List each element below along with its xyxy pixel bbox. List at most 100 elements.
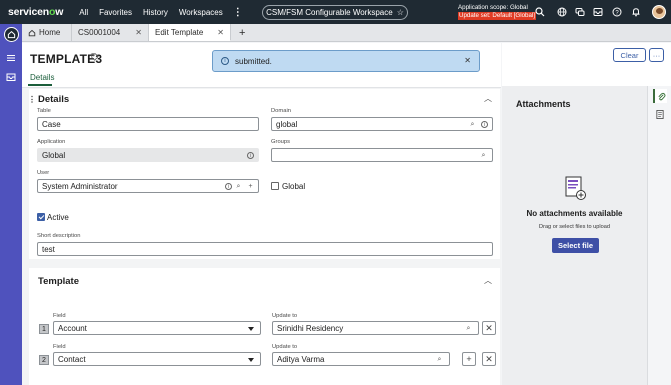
nav-favorites[interactable]: Favorites [99,8,132,17]
inbox-icon [6,73,16,81]
nav-workspaces[interactable]: Workspaces [179,8,223,17]
info-icon[interactable]: i [481,121,488,128]
servicenow-logo[interactable]: servicenow [8,6,63,18]
remove-row-button[interactable]: ✕ [482,321,496,335]
row-number: 1 [39,324,49,334]
update-set-line: Update set: Default [Global] [458,12,537,20]
home-rail-button[interactable] [3,27,19,42]
chat-icon[interactable] [575,7,585,17]
toast-message: submitted. [235,56,272,66]
details-section: Details ︿ Table Case Domain global ⌕ i A… [29,89,500,259]
chevron-down-icon [248,358,254,362]
info-icon[interactable]: i [225,183,232,190]
info-icon[interactable]: i [247,152,254,159]
field-select[interactable]: Contact [53,352,261,366]
global-checkbox[interactable] [271,182,279,190]
help-icon[interactable]: ? [612,7,622,17]
domain-label: Domain [271,108,291,114]
update-to-field[interactable]: Srinidhi Residency ⌕ [272,321,479,335]
nav-all[interactable]: All [79,8,88,17]
short-description-label: Short description [37,233,81,239]
document-icon [565,176,586,200]
collapse-icon[interactable]: ︿ [484,275,492,286]
search-icon[interactable]: ⌕ [234,182,243,191]
notifications-icon[interactable] [631,7,641,17]
home-icon [7,30,15,39]
add-icon[interactable]: + [246,182,255,191]
groups-field[interactable]: ⌕ [271,148,493,162]
workspace-name: CSM/FSM Configurable Workspace [266,8,393,17]
application-field: Global i [37,148,259,162]
search-icon[interactable] [535,7,545,17]
nav-history[interactable]: History [143,8,168,17]
user-avatar[interactable] [652,5,666,19]
user-label: User [37,170,50,176]
attachments-sidebar-button[interactable] [653,89,667,103]
table-field[interactable]: Case [37,117,259,131]
tab-label: CS0001004 [78,28,121,37]
search-icon[interactable]: ⌕ [479,151,488,160]
document-icon [656,109,664,119]
application-scope[interactable]: Application scope: Global Update set: De… [458,4,537,20]
more-actions-button[interactable]: ··· [649,48,664,62]
collapse-icon[interactable]: ︿ [484,93,492,104]
active-checkbox[interactable] [37,213,45,221]
star-icon[interactable]: ☆ [397,8,404,17]
inbox-rail-button[interactable] [4,70,18,84]
clear-button[interactable]: Clear [613,48,646,62]
field-label: Field [53,313,66,319]
table-label: Table [37,108,51,114]
tab-home[interactable]: Home [22,24,72,41]
tab-details[interactable]: Details [30,73,54,82]
template-section: Template ︿ Field 1 Account Update to Sri… [29,268,500,385]
workspace-tabs: Home CS0001004 ✕ Edit Template ✕ + [22,24,671,42]
inbox-icon[interactable] [593,7,603,17]
tag-icon[interactable] [91,53,99,61]
close-icon[interactable]: ✕ [464,56,471,65]
info-icon: i [221,57,229,65]
search-icon[interactable]: ⌕ [464,324,473,333]
tab-edit-template[interactable]: Edit Template ✕ [149,24,231,41]
attachments-panel: Attachments No attachments available Dra… [502,86,647,385]
application-label: Application [37,139,66,145]
tab-label: Home [39,28,61,37]
details-heading: Details [38,94,70,105]
no-attachments-text: No attachments available [526,209,623,218]
field-select[interactable]: Account [53,321,261,335]
close-icon[interactable]: ✕ [217,28,224,37]
update-to-label: Update to [272,344,298,350]
contextual-sidebar [647,86,671,385]
remove-row-button[interactable]: ✕ [482,352,496,366]
chevron-down-icon [248,327,254,331]
new-tab-button[interactable]: + [231,24,253,41]
select-file-button[interactable]: Select file [552,238,599,253]
details-sidebar-button[interactable] [653,107,667,121]
template-heading: Template [38,276,80,287]
field-label: Field [53,344,66,350]
globe-icon[interactable] [557,7,567,17]
search-icon[interactable]: ⌕ [435,355,444,364]
update-to-label: Update to [272,313,298,319]
search-icon[interactable]: ⌕ [468,120,477,129]
home-icon [28,29,36,36]
add-row-button[interactable]: + [462,352,476,366]
tab-case[interactable]: CS0001004 ✕ [72,24,149,41]
attachments-title: Attachments [516,99,571,109]
groups-label: Groups [271,139,291,145]
domain-field[interactable]: global ⌕ i [271,117,493,131]
update-to-field[interactable]: Aditya Varma ⌕ [272,352,450,366]
list-rail-button[interactable] [4,51,18,65]
user-field[interactable]: System Administrator i ⌕ + [37,179,259,193]
short-description-field[interactable]: test [37,242,493,256]
active-label: Active [47,213,69,222]
paperclip-icon [657,92,665,100]
close-icon[interactable]: ✕ [135,28,142,37]
form-panel: TEMPLATE3 Details Details ︿ Table Case D… [22,43,501,385]
left-rail [0,24,22,385]
more-menu-icon[interactable]: ⋮ [233,7,243,18]
row-number: 2 [39,355,49,365]
upload-hint: Drag or select files to upload [539,224,610,230]
drag-handle-icon[interactable]: ⋮ [28,95,36,104]
workspace-selector[interactable]: CSM/FSM Configurable Workspace ☆ [262,5,408,20]
active-tab-indicator [28,84,52,86]
